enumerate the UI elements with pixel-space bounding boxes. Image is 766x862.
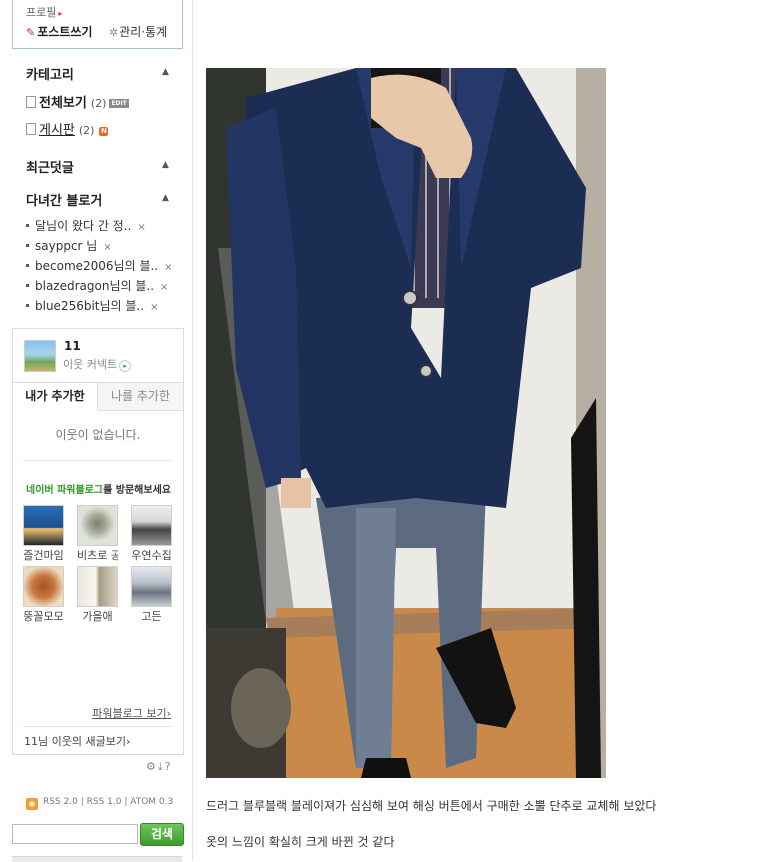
category-title[interactable]: 카테고리 (26, 64, 74, 83)
thumb-image (131, 505, 172, 546)
power-blog-promo: 네이버 파워블로그를 방문해보세요 (26, 481, 171, 496)
category-item-count: (2) (78, 124, 95, 137)
profile-label: 프로필 (26, 6, 57, 19)
empty-message: 이웃이 없습니다. (55, 428, 141, 442)
write-post-label: 포스트쓰기 (37, 25, 93, 39)
neighbor-count: 11 (64, 339, 81, 353)
tab-added-me[interactable]: 나를 추가한 (98, 382, 183, 411)
search-input[interactable] (12, 824, 138, 844)
search-button[interactable]: 검색 (140, 823, 184, 846)
bullet-icon (26, 264, 29, 267)
list-item: blue256bit님의 블.. × (26, 296, 186, 316)
divider (23, 726, 173, 727)
post-photo (206, 68, 606, 778)
thumb-image (77, 566, 118, 607)
power-blog-thumb[interactable]: 고든 (131, 566, 172, 624)
admin-stats-link[interactable]: ✲관리·통계 (109, 23, 167, 40)
new-badge: N (99, 127, 109, 136)
list-item: blazedragon님의 블.. × (26, 276, 186, 296)
admin-stats-label: 관리·통계 (119, 25, 168, 39)
document-icon (26, 123, 36, 135)
recent-comments-title[interactable]: 최근덧글 (26, 157, 74, 176)
download-icon[interactable]: ⤓ (158, 760, 165, 773)
settings-icon[interactable]: ⚙ (146, 760, 158, 773)
power-blog-thumb[interactable]: 즐건마임 (23, 505, 64, 563)
category-item-count: (2) (90, 97, 107, 110)
rss1-link[interactable]: RSS 1.0 (87, 797, 122, 807)
rss2-link[interactable]: RSS 2.0 (43, 797, 78, 807)
bullet-icon (26, 284, 29, 287)
neighbor-new-posts-label: 11님 이웃의 새글보기 (24, 735, 126, 748)
rss-icon: ◉ (26, 798, 38, 810)
gear-icon: ✲ (109, 26, 119, 39)
thumb-caption: 가을애 (82, 610, 113, 623)
remove-icon[interactable]: × (103, 242, 111, 253)
blogger-link[interactable]: sayppcr 님 (35, 239, 97, 253)
visited-bloggers-list: 달님이 왔다 간 정.. × sayppcr 님 × become2006님의 블.… (26, 216, 186, 316)
remove-icon[interactable]: × (160, 282, 168, 293)
list-item: become2006님의 블.. × (26, 256, 186, 276)
neighbor-widget: 11 이웃 커넥트 ▸ 내가 추가한 나를 추가한 이웃이 없습니다. 네이버 파… (12, 328, 184, 755)
avatar[interactable] (24, 340, 56, 372)
thumb-image (131, 566, 172, 607)
edit-badge[interactable]: EDIT (109, 99, 129, 108)
widget-tools: ⚙⤓? (146, 760, 173, 774)
sidebar: 프로필 ▸ ✎ 포스트쓰기 ✲관리·통계 카테고리 ▲ 전체보기 (2) EDIT 게시… (0, 0, 193, 862)
category-item-label: 전체보기 (39, 96, 87, 111)
power-blog-brand: 네이버 파워블로그 (26, 485, 104, 496)
profile-box: 프로필 ▸ ✎ 포스트쓰기 ✲관리·통계 (12, 0, 183, 49)
post-caption-line-1: 드러그 블루블랙 블레이져가 심심해 보여 해싱 버튼에서 구매한 소뿔 단추로… (206, 799, 657, 813)
neighbor-connect-label: 이웃 커넥트 (63, 358, 118, 371)
thumb-image (23, 505, 64, 546)
rss-links: ◉ RSS 2.0 | RSS 1.0 | ATOM 0.3 (26, 797, 173, 810)
thumb-image (77, 505, 118, 546)
arrow-right-icon: ▸ (58, 9, 63, 18)
remove-icon[interactable]: × (164, 262, 172, 273)
category-item-all[interactable]: 전체보기 (2) EDIT (26, 92, 129, 111)
pencil-icon: ✎ (26, 26, 36, 39)
divider (23, 460, 171, 461)
tab-i-added[interactable]: 내가 추가한 (13, 382, 98, 410)
collapse-caret-icon[interactable]: ▲ (162, 193, 169, 203)
neighbor-connect-link[interactable]: 이웃 커넥트 ▸ (63, 356, 132, 372)
blogger-link[interactable]: 달님이 왔다 간 정.. (35, 219, 131, 233)
blogger-link[interactable]: blazedragon님의 블.. (35, 279, 154, 293)
thumb-caption: 고든 (141, 610, 162, 623)
remove-icon[interactable]: × (137, 222, 145, 233)
thumb-caption: 뚱꼴모모 (23, 610, 64, 623)
power-blog-thumb[interactable]: 비츠로 공 (77, 505, 118, 563)
post-caption-line-2: 옷의 느낌이 확실히 크게 바뀐 것 같다 (206, 835, 395, 849)
list-item: 달님이 왔다 간 정.. × (26, 216, 186, 236)
remove-icon[interactable]: × (150, 302, 158, 313)
blogger-link[interactable]: become2006님의 블.. (35, 259, 158, 273)
bullet-icon (26, 224, 29, 227)
sidebar-bottom-strip (12, 856, 182, 862)
power-blog-more-label: 파워블로그 보기 (92, 707, 167, 720)
bullet-icon (26, 244, 29, 247)
list-item: sayppcr 님 × (26, 236, 186, 256)
category-item-label: 게시판 (39, 123, 75, 138)
power-blog-more-link[interactable]: 파워블로그 보기› (92, 705, 171, 721)
profile-link[interactable]: 프로필 ▸ (26, 4, 62, 20)
blogger-link[interactable]: blue256bit님의 블.. (35, 299, 144, 313)
thumb-caption: 비츠로 공 (77, 549, 118, 562)
power-blog-text: 를 방문해보세요 (103, 485, 171, 496)
category-item-board[interactable]: 게시판 (2) N (26, 119, 109, 138)
atom-link[interactable]: ATOM 0.3 (130, 797, 173, 807)
power-blog-thumb[interactable]: 뚱꼴모모 (23, 566, 64, 624)
thumb-image (23, 566, 64, 607)
neighbor-new-posts-link[interactable]: 11님 이웃의 새글보기› (24, 733, 130, 749)
thumb-caption: 우연수집 (131, 549, 172, 562)
collapse-caret-icon[interactable]: ▲ (162, 67, 169, 77)
thumb-caption: 즐건마임 (23, 549, 64, 562)
write-post-link[interactable]: ✎ 포스트쓰기 (26, 23, 92, 40)
arrow-right-icon: ▸ (119, 360, 132, 372)
bullet-icon (26, 304, 29, 307)
collapse-caret-icon[interactable]: ▲ (162, 160, 169, 170)
help-icon[interactable]: ? (165, 760, 173, 773)
power-blog-thumb[interactable]: 우연수집 (131, 505, 172, 563)
document-icon (26, 96, 36, 108)
power-blog-thumb[interactable]: 가을애 (77, 566, 118, 624)
visited-bloggers-title[interactable]: 다녀간 블로거 (26, 190, 102, 209)
